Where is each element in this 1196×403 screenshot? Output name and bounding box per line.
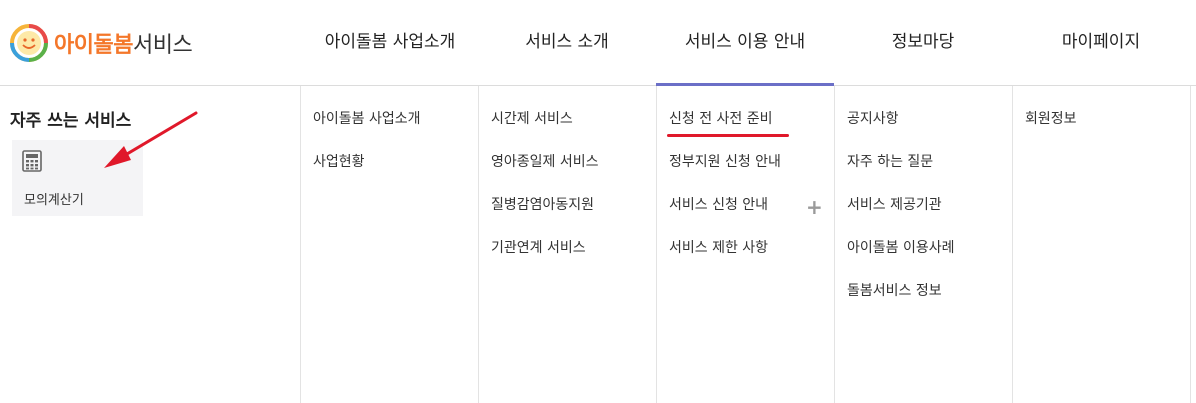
gnb-item-mypage[interactable]: 마이페이지 — [1012, 0, 1190, 86]
quick-service-label: 모의계산기 — [24, 193, 84, 208]
submenu-item[interactable]: 서비스 제공기관 — [847, 196, 955, 239]
submenu-column-info: 공지사항 자주 하는 질문 서비스 제공기관 아이돌봄 이용사례 돌봄서비스 정… — [847, 110, 955, 325]
submenu-item[interactable]: 영아종일제 서비스 — [491, 153, 599, 196]
quick-services-title: 자주 쓰는 서비스 — [10, 111, 132, 131]
submenu-item[interactable]: 질병감염아동지원 — [491, 196, 599, 239]
header: 아이돌봄서비스 아이돌봄 사업소개 서비스 소개 서비스 이용 안내 정보마당 … — [0, 0, 1196, 86]
submenu-column-service-intro: 시간제 서비스 영아종일제 서비스 질병감염아동지원 기관연계 서비스 — [491, 110, 599, 282]
submenu-item[interactable]: 돌봄서비스 정보 — [847, 282, 955, 325]
submenu-column-mypage: 회원정보 — [1025, 110, 1077, 153]
submenu-item[interactable]: 서비스 신청 안내 — [669, 196, 781, 239]
logo-text: 아이돌봄서비스 — [54, 27, 193, 59]
submenu-item[interactable]: 자주 하는 질문 — [847, 153, 955, 196]
logo-smile-icon — [10, 24, 48, 62]
site-logo[interactable]: 아이돌봄서비스 — [10, 24, 193, 62]
submenu-item[interactable]: 정부지원 신청 안내 — [669, 153, 781, 196]
column-divider — [1012, 86, 1013, 403]
logo-brand-rest: 서비스 — [132, 33, 193, 58]
calculator-icon — [22, 150, 42, 172]
column-divider — [834, 86, 835, 403]
highlight-underline — [667, 134, 789, 137]
column-divider — [1190, 86, 1191, 403]
submenu-item[interactable]: 기관연계 서비스 — [491, 239, 599, 282]
submenu-column-service-guide: 신청 전 사전 준비 정부지원 신청 안내 서비스 신청 안내 서비스 제한 사… — [667, 110, 789, 282]
submenu-item[interactable]: 회원정보 — [1025, 110, 1077, 153]
submenu-item[interactable]: 서비스 제한 사항 — [669, 239, 781, 282]
logo-brand-colored: 아이돌봄 — [54, 33, 133, 58]
submenu-item[interactable]: 시간제 서비스 — [491, 110, 599, 153]
column-divider — [300, 86, 301, 403]
gnb-item-info[interactable]: 정보마당 — [834, 0, 1012, 86]
submenu-item-label: 신청 전 사전 준비 — [669, 111, 773, 127]
submenu-item[interactable]: 공지사항 — [847, 110, 955, 153]
mega-menu-panel: 자주 쓰는 서비스 모의계산기 아이돌봄 사업소개 사업현황 시간제 서비스 영… — [0, 86, 1196, 403]
submenu-item-highlighted[interactable]: 신청 전 사전 준비 — [667, 110, 789, 153]
expand-plus-icon[interactable]: + — [806, 197, 823, 217]
column-divider — [478, 86, 479, 403]
gnb-item-about[interactable]: 아이돌봄 사업소개 — [300, 0, 480, 86]
column-divider — [656, 86, 657, 403]
submenu-item[interactable]: 아이돌봄 사업소개 — [313, 110, 421, 153]
submenu-item[interactable]: 사업현황 — [313, 153, 421, 196]
gnb-item-service-guide[interactable]: 서비스 이용 안내 — [656, 0, 834, 86]
submenu-item[interactable]: 아이돌봄 이용사례 — [847, 239, 955, 282]
quick-service-calculator[interactable]: 모의계산기 — [12, 140, 143, 216]
gnb-item-service-intro[interactable]: 서비스 소개 — [478, 0, 656, 86]
submenu-column-about: 아이돌봄 사업소개 사업현황 — [313, 110, 421, 196]
